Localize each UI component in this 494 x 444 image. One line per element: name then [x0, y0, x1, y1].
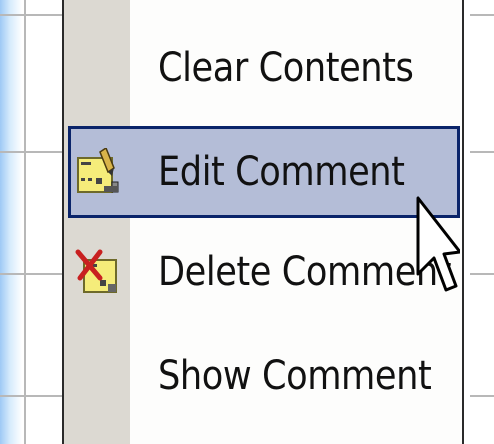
menu-item-label: Show Comment [158, 353, 432, 399]
menu-item-show-comment[interactable]: Show Comment [64, 330, 462, 422]
grid-line [0, 151, 62, 153]
grid-line [0, 395, 62, 397]
menu-item-clear-contents[interactable]: Clear Contents [64, 22, 462, 114]
mouse-pointer-icon [416, 196, 460, 292]
edit-comment-icon [74, 146, 122, 196]
grid-line [0, 273, 62, 275]
menu-item-edit-comment[interactable]: Edit Comment [68, 126, 460, 218]
menu-item-label: Delete Comment [158, 249, 452, 295]
grid-line [470, 14, 494, 16]
grid-line [0, 14, 62, 16]
grid-line [470, 151, 494, 153]
worksheet-grid-right [470, 0, 494, 444]
grid-line [24, 0, 26, 444]
context-menu: Clear Contents Edit Comment Delete Comme… [62, 0, 464, 444]
worksheet-grid-left [0, 0, 62, 444]
menu-item-label: Edit Comment [158, 149, 405, 195]
menu-item-delete-comment[interactable]: Delete Comment [64, 226, 462, 318]
delete-comment-icon [74, 248, 122, 296]
grid-line [470, 395, 494, 397]
grid-line [470, 273, 494, 275]
menu-item-label: Clear Contents [158, 45, 414, 91]
